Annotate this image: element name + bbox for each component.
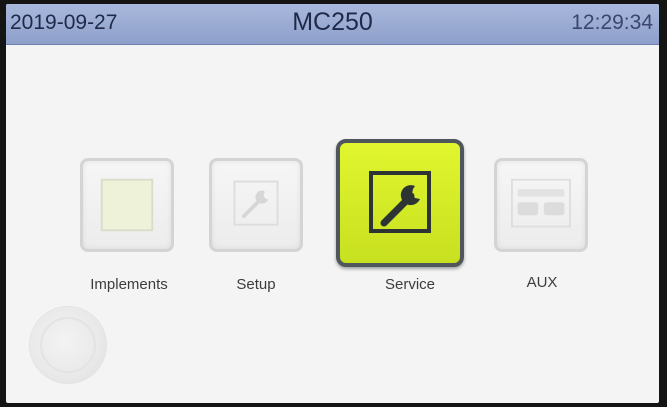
device-bezel: 2019-09-27 MC250 12:29:34 Implements Set… [0,0,667,407]
aux-icon [511,178,571,228]
device-title: MC250 [292,8,373,36]
setup-button[interactable] [209,158,303,252]
setup-label: Setup [236,276,276,293]
service-label: Service [384,276,436,293]
wrench-icon [233,180,279,226]
wrench-icon [369,171,431,233]
home-button[interactable] [30,307,106,383]
aux-label: AUX [526,274,558,291]
home-icon [40,317,96,373]
implements-icon [100,178,154,232]
implements-button[interactable] [80,158,174,252]
display-screen: 2019-09-27 MC250 12:29:34 Implements Set… [6,4,659,403]
service-button[interactable] [336,139,464,267]
aux-button[interactable] [494,158,588,252]
status-time: 12:29:34 [571,11,653,34]
status-bar: 2019-09-27 MC250 12:29:34 [6,4,659,45]
implements-label: Implements [90,276,168,293]
